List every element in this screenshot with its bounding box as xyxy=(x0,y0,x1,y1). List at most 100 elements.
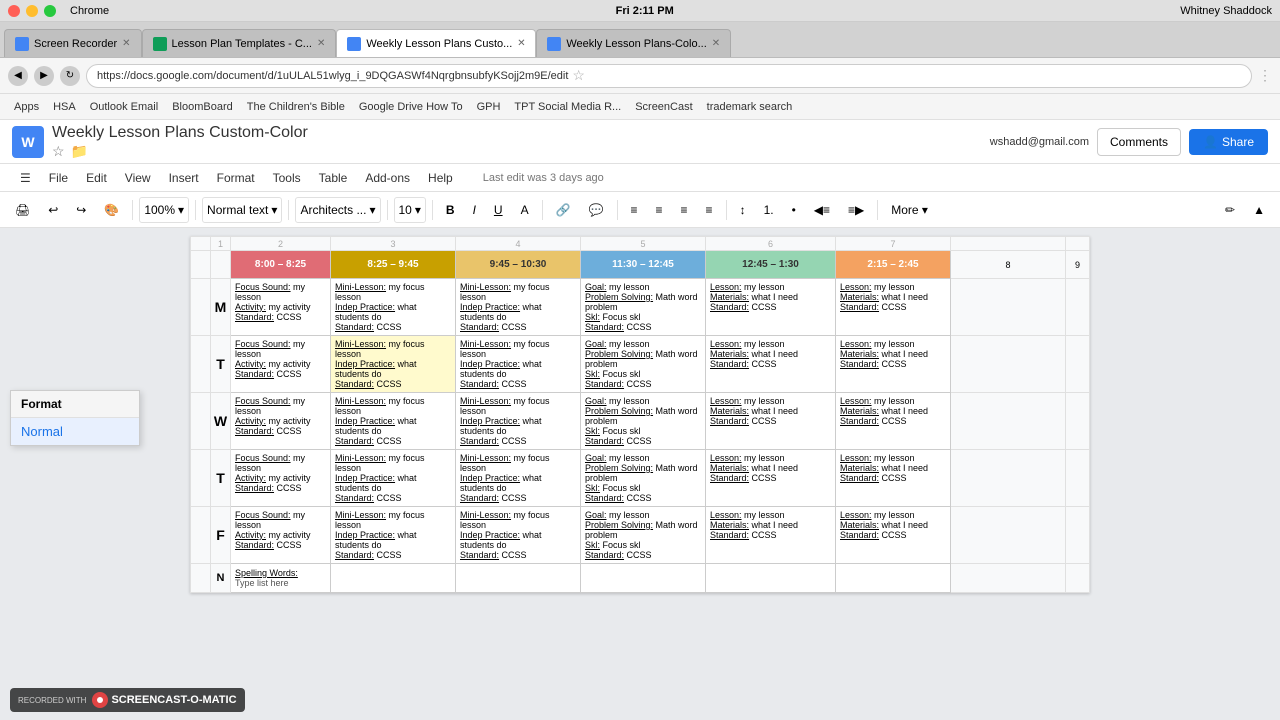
bookmark-outlook[interactable]: Outlook Email xyxy=(84,99,164,115)
cell-friday-col6[interactable]: Lesson: my lesson Materials: what I need… xyxy=(836,507,951,564)
italic-button[interactable]: I xyxy=(466,198,483,222)
align-left-button[interactable]: ≡ xyxy=(624,198,645,222)
tab-weekly-color[interactable]: Weekly Lesson Plans-Colo... ✕ xyxy=(536,29,731,57)
cell-monday-col3[interactable]: Mini-Lesson: my focus lesson Indep Pract… xyxy=(456,279,581,336)
redo-button[interactable]: ↪ xyxy=(69,198,93,222)
cell-tuesday-col5[interactable]: Lesson: my lesson Materials: what I need… xyxy=(706,336,836,393)
tab-lesson-templates[interactable]: Lesson Plan Templates - C... ✕ xyxy=(142,29,337,57)
notes-col4[interactable] xyxy=(581,564,706,593)
bookmark-star-icon[interactable]: ☆ xyxy=(572,67,585,84)
justify-button[interactable]: ≡ xyxy=(699,198,720,222)
cell-wednesday-col3[interactable]: Mini-Lesson: my focus lesson Indep Pract… xyxy=(456,393,581,450)
cell-friday-col1[interactable]: Focus Sound: my lesson Activity: my acti… xyxy=(231,507,331,564)
tab-close-screen[interactable]: ✕ xyxy=(122,38,130,49)
spelling-cell[interactable]: Spelling Words: Type list here xyxy=(231,564,331,593)
tab-close-lesson[interactable]: ✕ xyxy=(317,38,325,49)
menu-tools[interactable]: Tools xyxy=(265,167,309,189)
paint-format-button[interactable]: 🎨 xyxy=(97,198,126,222)
tab-weekly-custom[interactable]: Weekly Lesson Plans Custo... ✕ xyxy=(336,29,536,57)
link-button[interactable]: 🔗 xyxy=(549,198,578,222)
cell-wednesday-col4[interactable]: Goal: my lesson Problem Solving: Math wo… xyxy=(581,393,706,450)
cell-friday-col5[interactable]: Lesson: my lesson Materials: what I need… xyxy=(706,507,836,564)
menu-table[interactable]: Table xyxy=(311,167,356,189)
align-right-button[interactable]: ≡ xyxy=(674,198,695,222)
tab-close-color[interactable]: ✕ xyxy=(712,38,720,49)
cell-monday-col6[interactable]: Lesson: my lesson Materials: what I need… xyxy=(836,279,951,336)
cell-wednesday-col2[interactable]: Mini-Lesson: my focus lesson Indep Pract… xyxy=(331,393,456,450)
back-button[interactable]: ◀ xyxy=(8,66,28,86)
menu-help[interactable]: Help xyxy=(420,167,461,189)
cell-monday-col1[interactable]: Focus Sound: my lesson Activity: my acti… xyxy=(231,279,331,336)
minimize-dot[interactable] xyxy=(26,5,38,17)
url-input[interactable]: https://docs.google.com/document/d/1uULA… xyxy=(86,64,1252,88)
cell-tuesday-col2-highlight[interactable]: Mini-Lesson: my focus lesson Indep Pract… xyxy=(331,336,456,393)
docs-user-email[interactable]: wshadd@gmail.com xyxy=(990,136,1089,148)
comment-button[interactable]: 💬 xyxy=(582,198,611,222)
tab-close-weekly[interactable]: ✕ xyxy=(517,38,525,49)
cell-tuesday-col4[interactable]: Goal: my lesson Problem Solving: Math wo… xyxy=(581,336,706,393)
bookmark-bloomboard[interactable]: BloomBoard xyxy=(166,99,239,115)
menu-hamburger[interactable]: ☰ xyxy=(12,167,39,189)
notes-col3[interactable] xyxy=(456,564,581,593)
docs-title[interactable]: Weekly Lesson Plans Custom-Color xyxy=(52,124,982,142)
cell-thursday-col5[interactable]: Lesson: my lesson Materials: what I need… xyxy=(706,450,836,507)
cell-thursday-col3[interactable]: Mini-Lesson: my focus lesson Indep Pract… xyxy=(456,450,581,507)
bookmark-tpt[interactable]: TPT Social Media R... xyxy=(508,99,627,115)
menu-addons[interactable]: Add-ons xyxy=(357,167,418,189)
more-button[interactable]: More ▾ xyxy=(884,198,935,222)
cell-wednesday-col6[interactable]: Lesson: my lesson Materials: what I need… xyxy=(836,393,951,450)
cell-thursday-col6[interactable]: Lesson: my lesson Materials: what I need… xyxy=(836,450,951,507)
pen-tool-button[interactable]: ✏ xyxy=(1218,198,1242,222)
indent-decrease-button[interactable]: ◀≡ xyxy=(807,198,837,222)
bookmark-bible[interactable]: The Children's Bible xyxy=(241,99,351,115)
cell-friday-col4[interactable]: Goal: my lesson Problem Solving: Math wo… xyxy=(581,507,706,564)
cell-friday-col2[interactable]: Mini-Lesson: my focus lesson Indep Pract… xyxy=(331,507,456,564)
cell-wednesday-col1[interactable]: Focus Sound: my lesson Activity: my acti… xyxy=(231,393,331,450)
underline-button[interactable]: U xyxy=(487,198,510,222)
comments-button[interactable]: Comments xyxy=(1097,128,1181,156)
print-button[interactable]: 🖨 xyxy=(8,198,37,222)
cell-friday-col3[interactable]: Mini-Lesson: my focus lesson Indep Pract… xyxy=(456,507,581,564)
cell-tuesday-col6[interactable]: Lesson: my lesson Materials: what I need… xyxy=(836,336,951,393)
menu-edit[interactable]: Edit xyxy=(78,167,115,189)
tab-screen-recorder[interactable]: Screen Recorder ✕ xyxy=(4,29,142,57)
star-icon[interactable]: ☆ xyxy=(52,143,65,160)
bullet-list-button[interactable]: • xyxy=(785,198,803,222)
cell-monday-col5[interactable]: Lesson: my lesson Materials: what I need… xyxy=(706,279,836,336)
cell-thursday-col2[interactable]: Mini-Lesson: my focus lesson Indep Pract… xyxy=(331,450,456,507)
bookmark-trademark[interactable]: trademark search xyxy=(701,99,799,115)
format-normal-item[interactable]: Normal xyxy=(11,418,139,445)
cell-wednesday-col5[interactable]: Lesson: my lesson Materials: what I need… xyxy=(706,393,836,450)
folder-icon[interactable]: 📁 xyxy=(71,143,88,160)
bold-button[interactable]: B xyxy=(439,198,462,222)
cell-monday-col2[interactable]: Mini-Lesson: my focus lesson Indep Pract… xyxy=(331,279,456,336)
forward-button[interactable]: ▶ xyxy=(34,66,54,86)
spelling-placeholder[interactable]: Type list here xyxy=(235,578,326,588)
collapse-button[interactable]: ▲ xyxy=(1246,198,1272,222)
text-color-button[interactable]: A xyxy=(514,198,536,222)
menu-file[interactable]: File xyxy=(41,167,76,189)
cell-monday-col4[interactable]: Goal: my lesson Problem Solving: Math wo… xyxy=(581,279,706,336)
bookmark-gph[interactable]: GPH xyxy=(471,99,507,115)
bookmark-gdrive[interactable]: Google Drive How To xyxy=(353,99,469,115)
zoom-select[interactable]: 100% ▾ xyxy=(139,197,189,223)
bookmark-screencast[interactable]: ScreenCast xyxy=(629,99,698,115)
align-center-button[interactable]: ≡ xyxy=(649,198,670,222)
notes-col6[interactable] xyxy=(836,564,951,593)
style-select[interactable]: Normal text ▾ xyxy=(202,197,282,223)
numbered-list-button[interactable]: 1. xyxy=(757,198,781,222)
maximize-dot[interactable] xyxy=(44,5,56,17)
font-select[interactable]: Architects ... ▾ xyxy=(295,197,380,223)
cell-tuesday-col3[interactable]: Mini-Lesson: my focus lesson Indep Pract… xyxy=(456,336,581,393)
close-dot[interactable] xyxy=(8,5,20,17)
share-button[interactable]: 👤 Share xyxy=(1189,129,1268,155)
notes-col5[interactable] xyxy=(706,564,836,593)
bookmark-hsa[interactable]: HSA xyxy=(47,99,82,115)
cell-tuesday-col1[interactable]: Focus Sound: my lesson Activity: my acti… xyxy=(231,336,331,393)
menu-insert[interactable]: Insert xyxy=(161,167,207,189)
font-size-select[interactable]: 10 ▾ xyxy=(394,197,426,223)
cell-thursday-col1[interactable]: Focus Sound: my lesson Activity: my acti… xyxy=(231,450,331,507)
menu-format[interactable]: Format xyxy=(209,167,263,189)
cell-thursday-col4[interactable]: Goal: my lesson Problem Solving: Math wo… xyxy=(581,450,706,507)
menu-view[interactable]: View xyxy=(117,167,159,189)
